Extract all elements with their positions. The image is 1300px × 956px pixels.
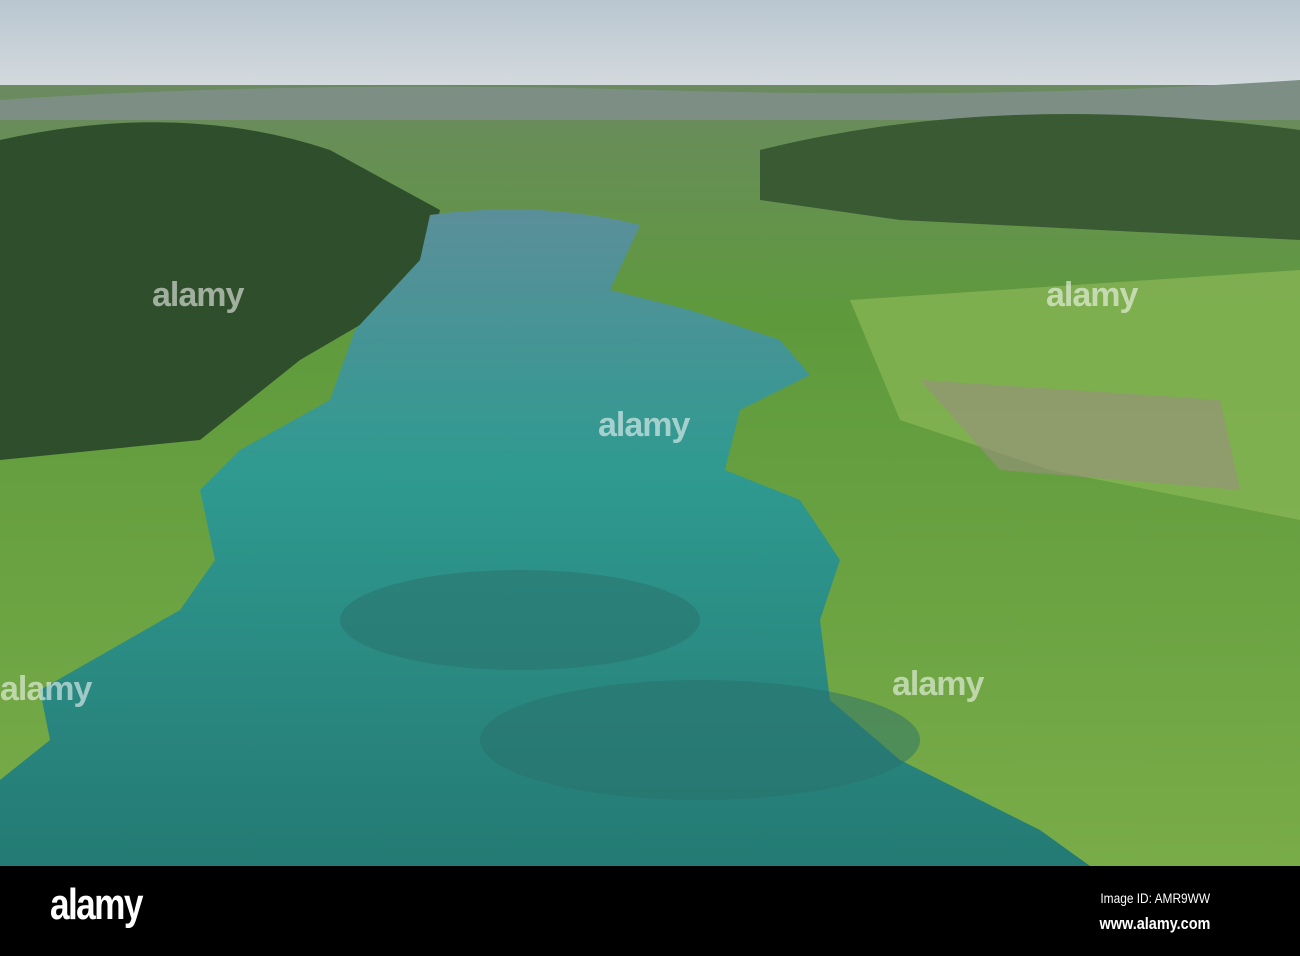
watermark: alamy [1046, 276, 1138, 314]
watermark: alamy [0, 670, 92, 708]
footer-bar: alamy Image ID: AMR9WW www.alamy.com [0, 866, 1300, 956]
website-link[interactable]: www.alamy.com [1099, 914, 1210, 934]
watermark: alamy [152, 276, 244, 314]
watermark: alamy [892, 665, 984, 703]
alamy-logo: alamy [50, 880, 143, 929]
image-id: Image ID: AMR9WW [1100, 890, 1210, 906]
stock-photo: alamy alamy alamy alamy alamy alamy Imag… [0, 0, 1300, 956]
watermark: alamy [598, 406, 690, 444]
